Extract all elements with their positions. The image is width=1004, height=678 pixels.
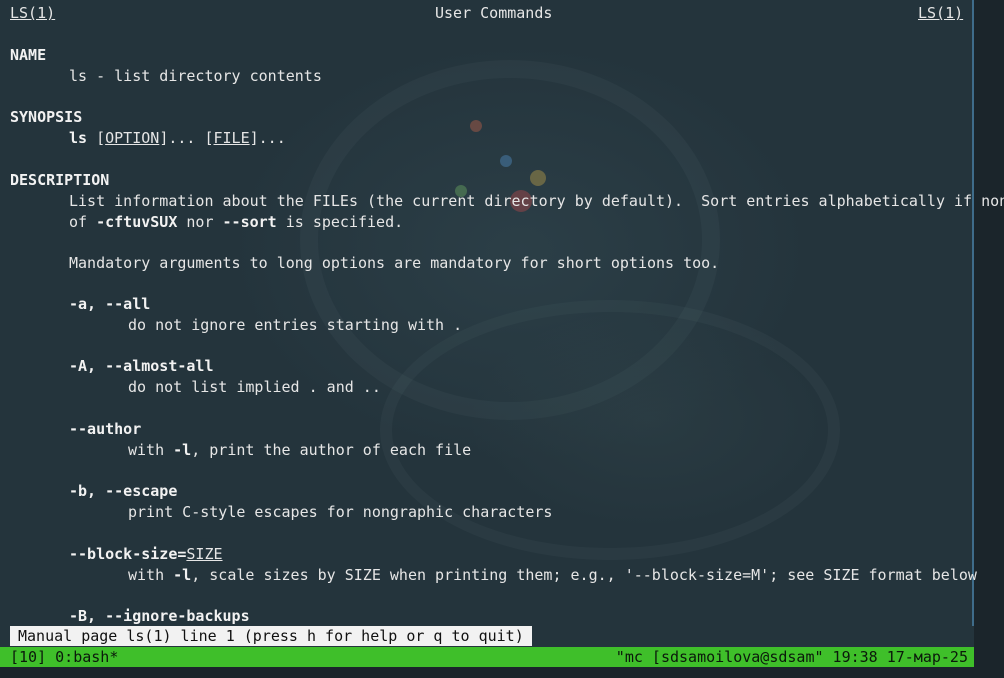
option-flag-line: --block-size=SIZE [69,545,223,563]
mandatory-note: Mandatory arguments to long options are … [69,254,720,272]
section-heading-name: NAME [10,46,47,64]
desc-text: , scale sizes by SIZE when printing them… [191,566,977,584]
option-description: do not list implied . and .. [128,378,381,396]
man-header-right: LS(1) [918,4,964,22]
section-heading-description: DESCRIPTION [10,171,110,189]
window-edge [974,0,1004,678]
window-edge [0,667,1004,678]
option-description: print C-style escapes for nongraphic cha… [128,503,553,521]
wallpaper-dot [530,170,546,186]
description-line-2: of -cftuvSUX nor --sort is specified. [69,213,403,231]
option-description: do not ignore entries starting with . [128,316,463,334]
option-description: with -l, print the author of each file [128,441,471,459]
desc-text: , print the author of each file [191,441,472,459]
desc-flag: -l [173,566,192,584]
description-line-1: List information about the FILEs (the cu… [69,192,1004,210]
synopsis-line: ls [OPTION]... [FILE]... [69,129,286,147]
wallpaper-swirl [380,300,840,560]
desc-flag: -l [173,441,192,459]
option-flag: --block-size= [69,545,187,563]
tmux-status-right: "mc [sdsamoilova@sdsam" 19:38 17-мар-25 [615,648,968,666]
wallpaper-swirl [300,60,720,420]
option-flag: -b, --escape [69,482,178,500]
synopsis-command: ls [69,129,88,147]
option-flag: --author [69,420,142,438]
option-flag: -A, --almost-all [69,357,214,375]
tmux-window-list[interactable]: [10] 0:bash* [10,647,118,667]
tmux-status-bar: [10] 0:bash* "mc [sdsamoilova@sdsam" 19:… [0,647,974,667]
desc-text: nor [186,213,214,231]
desc-text: is specified. [285,213,404,231]
synopsis-option: OPTION [105,129,160,147]
synopsis-file: FILE [213,129,250,147]
wallpaper-dot [500,155,512,167]
name-text: ls - list directory contents [69,67,322,85]
wallpaper-dot [470,120,482,132]
desc-sort-flag: --sort [222,213,277,231]
man-header-title: User Commands [435,4,553,22]
pane-border [972,0,974,626]
desc-flags: -cftuvSUX [96,213,178,231]
desc-text: of [69,213,88,231]
desc-text: with [128,441,165,459]
pager-status-prompt: Manual page ls(1) line 1 (press h for he… [10,626,532,646]
section-heading-synopsis: SYNOPSIS [10,108,83,126]
desc-text: with [128,566,165,584]
option-arg: SIZE [186,545,223,563]
terminal-window[interactable]: LS(1) User Commands LS(1) NAME ls - list… [0,0,1004,678]
option-flag: -a, --all [69,295,151,313]
option-flag: -B, --ignore-backups [69,607,250,625]
option-description: with -l, scale sizes by SIZE when printi… [128,566,977,584]
man-header-left: LS(1) [10,4,56,22]
